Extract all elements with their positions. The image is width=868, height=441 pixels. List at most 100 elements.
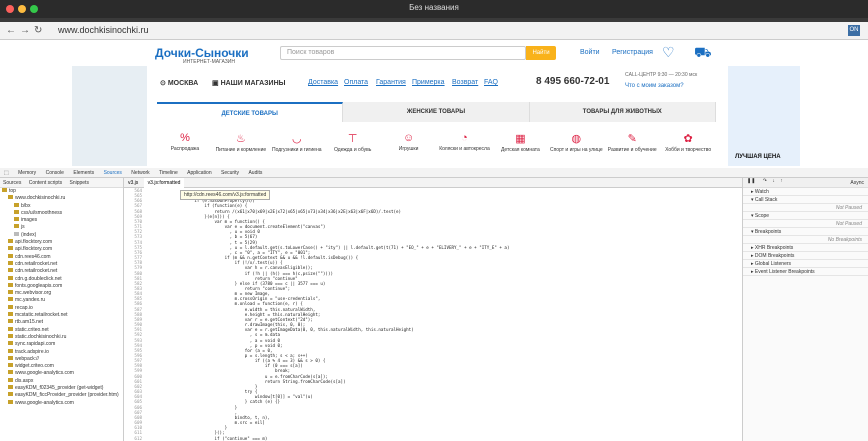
tree-item[interactable]: cdn.retailrocket.net	[0, 260, 123, 268]
search-input[interactable]: Поиск товаров	[280, 46, 526, 60]
category-clothes[interactable]: ⊤ Одежда и обувь	[325, 132, 381, 166]
extension-icon[interactable]: ON	[848, 25, 860, 36]
city-selector[interactable]: ⊙ МОСКВА	[160, 79, 198, 87]
reload-icon[interactable]: ↻	[34, 25, 42, 36]
section-dom-breakpoints[interactable]: ▸ DOM Breakpoints	[743, 252, 868, 260]
tree-item[interactable]: cdn.rees46.com	[0, 253, 123, 261]
category-sale[interactable]: % Распродажа	[157, 132, 213, 166]
tree-item[interactable]: js	[0, 224, 123, 231]
menu-link-warranty[interactable]: Гарантия	[376, 79, 406, 86]
menu-link-fitting[interactable]: Примерка	[412, 79, 445, 86]
nav-tab-content-scripts[interactable]: Content scripts	[26, 178, 65, 188]
step-out-icon[interactable]: ↑	[778, 176, 785, 186]
forward-icon[interactable]: →	[20, 25, 30, 36]
tree-item[interactable]: mcstatic.retailrocket.net	[0, 312, 123, 319]
devtools-inspect-icon[interactable]: ⬚	[0, 168, 13, 178]
tree-item[interactable]: webpack://	[0, 355, 123, 363]
section-event-listener-breakpoints[interactable]: ▸ Event Listener Breakpoints	[743, 268, 868, 276]
tree-item[interactable]: www.google-analytics.com	[0, 370, 123, 377]
section-scope[interactable]: ▾ Scope	[743, 212, 868, 220]
category-development[interactable]: ✎ Развитие и обучение	[604, 132, 660, 166]
tree-item[interactable]: www.dochkisinochki.ru	[0, 195, 123, 202]
folder-icon	[2, 188, 7, 192]
back-icon[interactable]: ←	[6, 25, 16, 36]
tree-item[interactable]: cdn.retailrocket.net	[0, 268, 123, 275]
section-call-stack[interactable]: ▾ Call Stack	[743, 196, 868, 204]
category-strollers[interactable]: ◔ Коляски и автокресла	[437, 132, 493, 166]
tree-item[interactable]: easyKDM_ficcProvider_provider (provider.…	[0, 392, 123, 399]
ball-icon: ◍	[571, 133, 582, 145]
section-watch[interactable]: ▸ Watch	[743, 188, 868, 196]
promo-banner-right[interactable]	[728, 66, 800, 166]
tree-item[interactable]: rtb.am15.net	[0, 319, 123, 326]
tree-item[interactable]: www.google-analytics.com	[0, 399, 123, 407]
tree-item[interactable]: css/ui/smoothness	[0, 209, 123, 217]
section-global-listeners[interactable]: ▸ Global Listeners	[743, 260, 868, 268]
promo-banner-left[interactable]	[72, 66, 147, 166]
step-into-icon[interactable]: ↓	[770, 176, 777, 186]
search-button[interactable]: Найти	[526, 46, 556, 60]
order-status-link[interactable]: Что с моим заказом?	[625, 83, 684, 89]
category-label: Распродажа	[170, 146, 200, 152]
devtools-tab-application[interactable]: Application	[183, 168, 215, 178]
register-link[interactable]: Регистрация	[612, 49, 653, 56]
tree-item[interactable]: top	[0, 188, 123, 195]
section-breakpoints[interactable]: ▾ Breakpoints	[743, 228, 868, 236]
category-room[interactable]: ▦ Детская комната	[492, 132, 548, 166]
site-logo[interactable]: Дочки-Сыночки	[155, 46, 249, 60]
async-checkbox-label[interactable]: Async	[846, 178, 868, 188]
section-xhr-breakpoints[interactable]: ▸ XHR Breakpoints	[743, 244, 868, 252]
tree-item[interactable]: b/bx	[0, 202, 123, 210]
devtools-tab-security[interactable]: Security	[217, 168, 243, 178]
favorites-icon[interactable]: ♡	[662, 44, 675, 61]
phone-number[interactable]: 8 495 660-72-01	[536, 76, 609, 87]
tree-item[interactable]: (index)	[0, 231, 123, 239]
category-diapers[interactable]: ◡ Подгузники и гигиена	[269, 132, 325, 166]
devtools-tab-timeline[interactable]: Timeline	[155, 168, 182, 178]
tree-item[interactable]: track.adspire.io	[0, 348, 123, 356]
tree-item[interactable]: easyKDM_f02345_provider (get-widget)	[0, 385, 123, 392]
category-hobby[interactable]: ✿ Хобби и творчество	[660, 132, 716, 166]
menu-link-payment[interactable]: Оплата	[344, 79, 368, 86]
tree-item[interactable]: static.criteo.net	[0, 326, 123, 334]
menu-link-return[interactable]: Возврат	[452, 79, 478, 86]
category-sport[interactable]: ◍ Спорт и игры на улице	[548, 132, 604, 166]
tree-item[interactable]: api.flocktory.com	[0, 239, 123, 246]
tree-item[interactable]: sync.rapidapi.com	[0, 341, 123, 348]
devtools-tab-console[interactable]: Console	[42, 168, 68, 178]
tab-kids[interactable]: ДЕТСКИЕ ТОВАРЫ	[157, 102, 344, 122]
stores-link[interactable]: ▣ НАШИ МАГАЗИНЫ	[212, 79, 285, 87]
code-editor[interactable]: 564 565 566 567 568 569 570 571 572 573 574 575 576 5…	[124, 188, 742, 441]
category-food[interactable]: ♨ Питание и кормление	[213, 132, 269, 166]
file-tab-v3[interactable]: v3.js	[124, 178, 142, 188]
tree-item[interactable]: cdn.g.doubleclick.net	[0, 275, 123, 283]
pause-icon[interactable]: ❚❚	[743, 176, 759, 186]
scope-status: Not Paused	[743, 220, 868, 228]
tree-item[interactable]: dis.aspx	[0, 377, 123, 385]
nav-tab-sources[interactable]: Sources	[0, 178, 24, 188]
tree-item[interactable]: api.flocktory.com	[0, 246, 123, 253]
tree-item[interactable]: recap.io	[0, 304, 123, 312]
tab-women[interactable]: ЖЕНСКИЕ ТОВАРЫ	[343, 102, 530, 122]
devtools-tab-memory[interactable]: Memory	[14, 168, 40, 178]
url-field[interactable]: www.dochkisinochki.ru	[58, 25, 149, 35]
tree-item[interactable]: mc.webvisor.org	[0, 290, 123, 297]
tree-item[interactable]: fonts.googleapis.com	[0, 282, 123, 290]
step-over-icon[interactable]: ↷	[761, 176, 769, 186]
tree-item[interactable]: mc.yandex.ru	[0, 297, 123, 304]
line-number[interactable]: 612	[124, 436, 142, 441]
tab-pets[interactable]: ТОВАРЫ ДЛЯ ЖИВОТНЫХ	[529, 102, 716, 122]
menu-link-faq[interactable]: FAQ	[484, 79, 498, 86]
category-toys[interactable]: ☺ Игрушки	[381, 132, 437, 166]
file-tab-v3-formatted[interactable]: v3.js:formatted	[143, 178, 185, 188]
devtools-tab-network[interactable]: Network	[127, 168, 153, 178]
cart-icon[interactable]: ⛟	[694, 44, 712, 63]
devtools-tab-elements[interactable]: Elements	[69, 168, 98, 178]
tree-item[interactable]: static.dochkisinochki.ru	[0, 333, 123, 341]
devtools-tab-audits[interactable]: Audits	[244, 168, 266, 178]
login-link[interactable]: Войти	[580, 49, 600, 56]
tree-item[interactable]: widget.criteo.com	[0, 363, 123, 370]
nav-tab-snippets[interactable]: Snippets	[66, 178, 91, 188]
tree-item[interactable]: images	[0, 217, 123, 224]
menu-link-delivery[interactable]: Доставка	[308, 79, 338, 86]
